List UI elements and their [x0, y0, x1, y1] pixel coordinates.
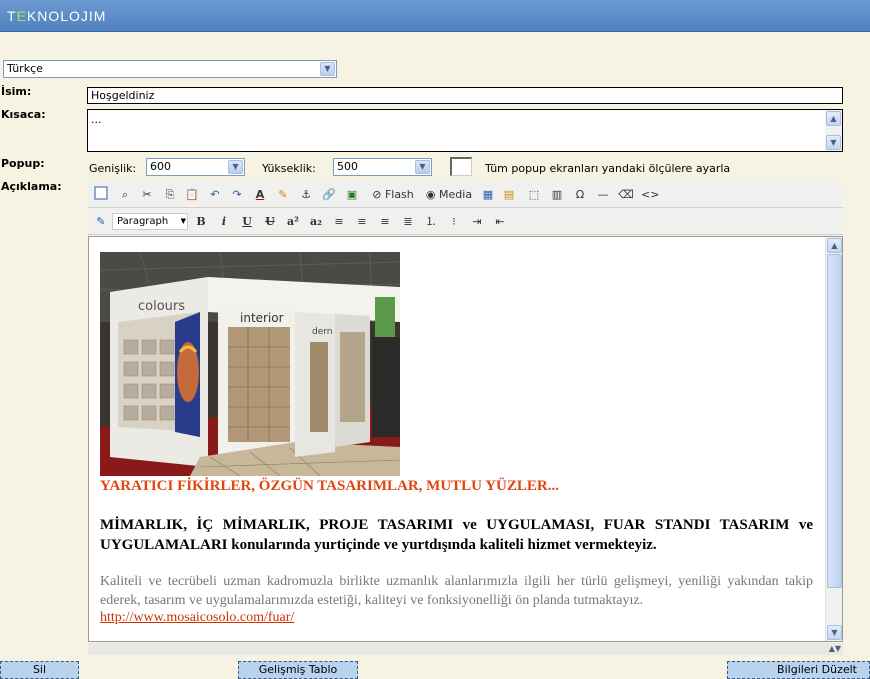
style-icon[interactable]: ✎	[93, 213, 109, 230]
chevron-down-icon[interactable]: ▼	[320, 62, 335, 76]
aciklama-label: Açıklama:	[1, 180, 62, 193]
horizontal-rule-icon[interactable]: —	[595, 186, 611, 203]
media-button[interactable]: ◉ Media	[425, 186, 473, 203]
scroll-up-icon[interactable]: ▲	[827, 238, 842, 253]
content-gray-paragraph: Kaliteli ve tecrübeli uzman kadromuzla b…	[100, 574, 813, 608]
bold-icon[interactable]: B	[193, 213, 209, 230]
chevron-down-icon[interactable]: ▼	[415, 160, 430, 174]
logo-text-e: E	[16, 8, 27, 24]
scroll-up-icon[interactable]: ▲	[826, 111, 841, 126]
paste-icon[interactable]: 📋	[184, 186, 200, 203]
new-document-icon[interactable]	[93, 186, 109, 203]
yukseklik-label: Yükseklik:	[262, 162, 316, 175]
content-link[interactable]: http://www.mosaicosolo.com/fuar/	[100, 610, 294, 626]
media-label: Media	[439, 188, 473, 201]
sil-button[interactable]: Sil	[0, 661, 79, 679]
yukseklik-select-value: 500	[337, 160, 358, 173]
highlight-icon[interactable]: ✎	[275, 186, 291, 203]
image-icon[interactable]: ▣	[344, 186, 360, 203]
isim-input-value: Hoşgeldiniz	[91, 89, 155, 102]
table-edit-icon[interactable]: ▤	[501, 186, 517, 203]
kisaca-textarea-value: ...	[91, 113, 102, 126]
strikethrough-icon[interactable]: U	[262, 213, 278, 230]
isim-input[interactable]: Hoşgeldiniz	[87, 87, 843, 104]
content-bold-paragraph: MİMARLIK, İÇ MİMARLIK, PROJE TASARIMI ve…	[100, 517, 813, 553]
bilgileri-duzelt-button[interactable]: Bilgileri Düzelt	[727, 661, 870, 679]
editor-toolbar-1: ⌕ ✂ ⎘ 📋 ↶ ↷ A ✎ ⚓ 🔗 ▣ ⊘ Flash ◉ Media ▦ …	[88, 181, 843, 208]
cut-icon[interactable]: ✂	[139, 186, 155, 203]
cell-icon[interactable]: ⬚	[526, 186, 542, 203]
indent-icon[interactable]: ⇥	[469, 213, 485, 230]
subscript-icon[interactable]: a₂	[308, 213, 324, 230]
superscript-icon[interactable]: a²	[285, 213, 301, 230]
flash-button[interactable]: ⊘ Flash	[371, 186, 415, 203]
popup-all-label: Tüm popup ekranları yandaki ölçülere aya…	[485, 162, 731, 175]
scroll-down-icon[interactable]: ▼	[827, 625, 842, 640]
exhibition-stand-image: colours interior dern	[100, 252, 400, 476]
kisaca-label: Kısaca:	[1, 108, 46, 121]
yukseklik-select[interactable]: 500 ▼	[333, 158, 432, 176]
outdent-icon[interactable]: ⇤	[492, 213, 508, 230]
image-text-interior: interior	[240, 311, 284, 325]
scrollbar-thumb[interactable]	[827, 254, 842, 588]
italic-icon[interactable]: i	[216, 213, 232, 230]
rich-text-editor[interactable]: colours interior dern YARATICI FİKİRLER,…	[88, 236, 843, 642]
find-icon[interactable]: ⌕	[117, 186, 133, 203]
chevron-down-icon[interactable]: ▼	[228, 160, 243, 174]
editor-resize-bar[interactable]: ▲▼	[88, 643, 843, 655]
genislik-select[interactable]: 600 ▼	[146, 158, 245, 176]
redo-icon[interactable]: ↷	[229, 186, 245, 203]
align-justify-icon[interactable]: ≣	[400, 213, 416, 230]
anchor-icon[interactable]: ⚓	[298, 186, 314, 203]
brand-logo: TEKNOLOJIM	[7, 8, 106, 24]
kisaca-scrollbar[interactable]: ▲ ▼	[825, 110, 842, 151]
template-icon[interactable]: ▥	[549, 186, 565, 203]
special-char-icon[interactable]: Ω	[572, 186, 588, 203]
content-heading: YARATICI FİKİRLER, ÖZGÜN TASARIMLAR, MUT…	[100, 478, 559, 494]
gelismis-tablo-button[interactable]: Gelişmiş Tablo	[238, 661, 358, 679]
popup-label: Popup:	[1, 157, 45, 170]
image-text-modern: dern	[312, 327, 333, 337]
isim-label: İsim:	[1, 85, 32, 98]
app-header: TEKNOLOJIM	[0, 0, 870, 32]
media-icon: ◉	[425, 188, 436, 201]
format-select[interactable]: Paragraph ▼	[112, 213, 188, 230]
ordered-list-icon[interactable]: ⒈	[423, 213, 439, 230]
resize-arrows-icon[interactable]: ▲▼	[829, 643, 841, 655]
kisaca-textarea[interactable]: ... ▲ ▼	[87, 109, 843, 152]
flash-label: Flash	[384, 188, 414, 201]
genislik-select-value: 600	[150, 160, 171, 173]
editor-scrollbar[interactable]: ▲ ▼	[825, 237, 842, 641]
editor-toolbar-2: ✎ Paragraph ▼ B i U U a² a₂ ≡ ≡ ≡ ≣ ⒈ ⁝ …	[88, 208, 843, 235]
genislik-label: Genişlik:	[89, 162, 137, 175]
eraser-icon[interactable]: ⌫	[618, 186, 634, 203]
align-center-icon[interactable]: ≡	[354, 213, 370, 230]
image-text-colours: colours	[138, 299, 185, 314]
underline-icon[interactable]: U	[239, 213, 255, 230]
code-view-icon[interactable]: <>	[641, 186, 659, 203]
align-left-icon[interactable]: ≡	[331, 213, 347, 230]
language-select-value: Türkçe	[7, 62, 43, 75]
align-right-icon[interactable]: ≡	[377, 213, 393, 230]
flash-icon: ⊘	[372, 188, 382, 201]
logo-text-rest: KNOLOJIM	[26, 8, 107, 24]
popup-all-checkbox[interactable]	[450, 157, 472, 176]
undo-icon[interactable]: ↶	[207, 186, 223, 203]
chevron-down-icon[interactable]: ▼	[181, 214, 186, 229]
text-color-icon[interactable]: A	[252, 186, 268, 203]
format-select-value: Paragraph	[117, 216, 169, 227]
scroll-down-icon[interactable]: ▼	[826, 135, 841, 150]
language-select[interactable]: Türkçe ▼	[3, 60, 337, 78]
copy-icon[interactable]: ⎘	[162, 186, 178, 203]
link-icon[interactable]: 🔗	[321, 186, 337, 203]
logo-text-t: T	[7, 8, 17, 24]
unordered-list-icon[interactable]: ⁝	[446, 213, 462, 230]
table-icon[interactable]: ▦	[480, 186, 496, 203]
